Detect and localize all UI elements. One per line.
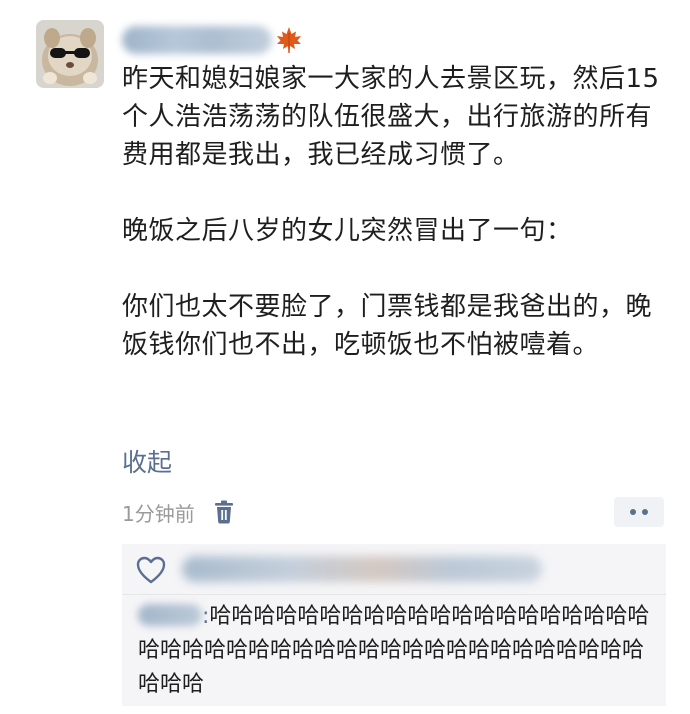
comment-text: 哈哈哈哈哈哈哈哈哈哈哈哈哈哈哈哈哈哈哈哈哈哈哈哈哈哈哈哈哈哈哈哈哈哈哈哈哈哈哈哈… <box>138 604 650 697</box>
comment-item[interactable]: :哈哈哈哈哈哈哈哈哈哈哈哈哈哈哈哈哈哈哈哈哈哈哈哈哈哈哈哈哈哈哈哈哈哈哈哈哈哈哈… <box>138 600 662 702</box>
more-dots-icon <box>642 509 648 515</box>
maple-leaf-icon <box>277 27 301 53</box>
interaction-panel: :哈哈哈哈哈哈哈哈哈哈哈哈哈哈哈哈哈哈哈哈哈哈哈哈哈哈哈哈哈哈哈哈哈哈哈哈哈哈哈… <box>122 544 666 706</box>
username-row <box>122 22 304 58</box>
blurred-comment-author[interactable] <box>138 604 202 626</box>
post-body: 昨天和媳妇娘家一大家的人去景区玩，然后15个人浩浩荡荡的队伍很盛大，出行旅游的所… <box>122 60 662 364</box>
trash-icon[interactable] <box>213 500 235 524</box>
post-paragraph: 你们也太不要脸了，门票钱都是我爸出的，晚饭钱你们也不出，吃顿饭也不怕被噎着。 <box>122 292 653 360</box>
likes-row <box>122 544 666 595</box>
more-button[interactable] <box>614 497 664 527</box>
avatar-image <box>36 20 104 88</box>
post-paragraph: 晚饭之后八岁的女儿突然冒出了一句： <box>122 216 573 246</box>
heart-outline-icon[interactable] <box>136 556 166 584</box>
timestamp: 1分钟前 <box>122 501 195 526</box>
post-meta: 1分钟前 <box>122 494 235 530</box>
avatar[interactable] <box>36 20 104 88</box>
collapse-link[interactable]: 收起 <box>122 444 172 482</box>
blurred-likers[interactable] <box>182 556 542 582</box>
post-paragraph: 昨天和媳妇娘家一大家的人去景区玩，然后15个人浩浩荡荡的队伍很盛大，出行旅游的所… <box>122 64 660 170</box>
blurred-username[interactable] <box>122 26 272 54</box>
more-dots-icon <box>630 509 636 515</box>
